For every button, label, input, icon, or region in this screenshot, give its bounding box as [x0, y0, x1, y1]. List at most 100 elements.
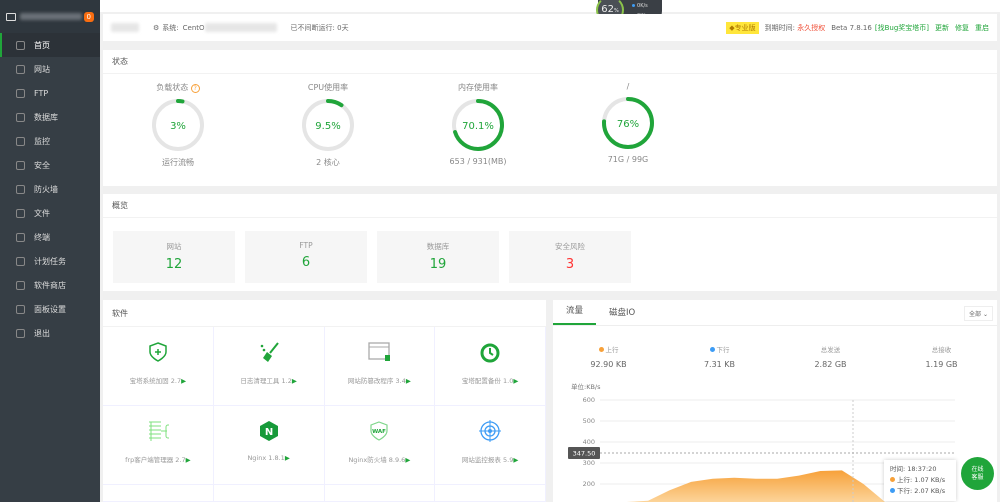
y-tick-label: 400: [583, 438, 595, 446]
sidebar-item-label: 防火墙: [34, 184, 58, 194]
sidebar-item-label: 网站: [34, 64, 50, 74]
sidebar-item-label: 安全: [34, 160, 50, 170]
traffic-stat: 总发送 2.82 GB: [775, 344, 886, 369]
message-badge[interactable]: 0: [83, 11, 94, 22]
edition-badge[interactable]: ◆专业版: [726, 21, 759, 34]
stat-value: 7.31 KB: [703, 360, 736, 369]
stat-label: 总接收: [931, 346, 952, 354]
gauge-value: 3%: [170, 121, 186, 132]
software-item[interactable]: WAF Nginx防火墙 8.9.6▶: [324, 406, 436, 485]
clock-backup-icon: [479, 341, 501, 363]
y-tick-label: 300: [583, 459, 595, 467]
software-label: 宝塔配置备份 1.0: [461, 377, 514, 385]
software-item[interactable]: frp客户端管理器 2.7▶: [103, 406, 214, 485]
software-item[interactable]: 日志清理工具 1.2▶: [213, 327, 325, 406]
sidebar-item[interactable]: 退出: [0, 321, 100, 345]
float-up-unit: K/s: [640, 3, 648, 9]
interface-select[interactable]: 全部 ⌄: [964, 306, 993, 321]
sidebar-item[interactable]: FTP: [0, 81, 100, 105]
software-label: 网站监控报表 5.9: [461, 456, 514, 464]
stat-value: 1.19 GB: [925, 360, 958, 369]
online-support-button[interactable]: 在线 客服: [961, 457, 994, 490]
play-icon[interactable]: ▶: [513, 456, 518, 464]
y-tick-label: 500: [583, 417, 595, 425]
system-label: 系统:: [162, 23, 179, 32]
gauge-sub: 653 / 931(MB): [449, 157, 507, 166]
overview-value: 12: [165, 257, 183, 272]
update-link[interactable]: 更新: [935, 23, 949, 33]
nav-icon: [16, 64, 25, 74]
sidebar-item[interactable]: 监控: [0, 129, 100, 153]
gauge: / 76% 71G / 99G: [553, 82, 703, 168]
play-icon[interactable]: ▶: [181, 377, 186, 385]
sidebar-item[interactable]: 文件: [0, 201, 100, 225]
tooltip-up: 上行: 1.07 KB/s: [897, 476, 946, 484]
play-icon[interactable]: ▶: [186, 456, 191, 464]
software-label: frp客户端管理器 2.7: [125, 456, 186, 464]
legend-dot-icon: [598, 347, 604, 352]
help-icon[interactable]: ?: [190, 84, 200, 93]
chevron-down-icon: ⌄: [982, 311, 988, 318]
tab-traffic[interactable]: 流量: [553, 304, 597, 325]
nav-icon: [16, 232, 25, 242]
sidebar-item[interactable]: 面板设置: [0, 297, 100, 321]
sidebar-item[interactable]: 网站: [0, 57, 100, 81]
sidebar-item-label: 计划任务: [34, 256, 66, 266]
uptime: 已不间断运行: 0天: [290, 23, 349, 32]
svg-text:WAF: WAF: [372, 429, 386, 435]
sidebar-item[interactable]: 软件商店: [0, 273, 100, 297]
software-item[interactable]: N Nginx 1.8.1▶: [213, 406, 325, 485]
expire-label: 到期时间:: [764, 23, 795, 32]
edition-label: 专业版: [734, 23, 756, 32]
sidebar-item[interactable]: 数据库: [0, 105, 100, 129]
svg-text:N: N: [264, 427, 272, 438]
play-icon[interactable]: ▶: [292, 377, 297, 385]
gauge: 负载状态 ? 3% 运行流畅: [103, 82, 253, 168]
nav-icon: [16, 328, 25, 338]
gear-icon: ⚙: [153, 23, 160, 32]
overview-value: 6: [301, 255, 311, 270]
software-item[interactable]: 宝塔系统加固 2.7▶: [103, 327, 214, 406]
server-header[interactable]: 0: [0, 0, 100, 33]
sidebar-item[interactable]: 安全: [0, 153, 100, 177]
gauge-value: 76%: [617, 119, 639, 130]
down-dot-icon: [890, 488, 895, 493]
crosshair-label: 347.50: [573, 450, 596, 458]
overview-item[interactable]: 网站 12: [113, 231, 235, 283]
overview-item[interactable]: FTP 6: [245, 231, 367, 283]
sidebar-item[interactable]: 防火墙: [0, 177, 100, 201]
sidebar-item[interactable]: 首页: [0, 33, 100, 57]
gauge: 内存使用率 70.1% 653 / 931(MB): [403, 82, 553, 168]
monitor-icon: [6, 12, 16, 21]
overview-item[interactable]: 数据库 19: [377, 231, 499, 283]
nav-icon: [16, 40, 25, 50]
overview-label: FTP: [299, 241, 313, 250]
play-icon[interactable]: ▶: [406, 377, 411, 385]
tab-disk-io[interactable]: 磁盘IO: [596, 306, 648, 325]
chat-line1: 在线: [971, 466, 984, 473]
restart-link[interactable]: 重启: [975, 23, 989, 33]
software-item[interactable]: 网站监控报表 5.9▶: [435, 406, 546, 485]
gauge-value: 9.5%: [315, 121, 340, 132]
play-icon[interactable]: ▶: [405, 456, 410, 464]
bug-report-link[interactable]: [找Bug奖宝塔币]: [875, 23, 929, 33]
gauge-label: 内存使用率: [458, 83, 498, 92]
sidebar-item[interactable]: 计划任务: [0, 249, 100, 273]
overview-item[interactable]: 安全风险 3: [509, 231, 631, 283]
sidebar-item[interactable]: 终端: [0, 225, 100, 249]
server-name-blurred: [20, 13, 82, 20]
target-monitor-icon: [479, 420, 502, 442]
expire-value: 永久授权: [797, 23, 826, 32]
gauge-ring: 76%: [602, 97, 654, 149]
play-icon[interactable]: ▶: [285, 454, 290, 462]
overview-label: 数据库: [426, 242, 450, 251]
play-icon[interactable]: ▶: [513, 377, 518, 385]
gauge-label: 负载状态: [156, 83, 189, 92]
software-label: Nginx 1.8.1: [247, 454, 285, 462]
software-item[interactable]: 网站防篡改程序 3.4▶: [324, 327, 436, 406]
software-label: 网站防篡改程序 3.4: [347, 377, 406, 385]
gauge: CPU使用率 9.5% 2 核心: [253, 82, 403, 168]
repair-link[interactable]: 修复: [955, 23, 969, 33]
gauge-sub: 71G / 99G: [607, 155, 649, 164]
software-item[interactable]: 宝塔配置备份 1.0▶: [435, 327, 546, 406]
